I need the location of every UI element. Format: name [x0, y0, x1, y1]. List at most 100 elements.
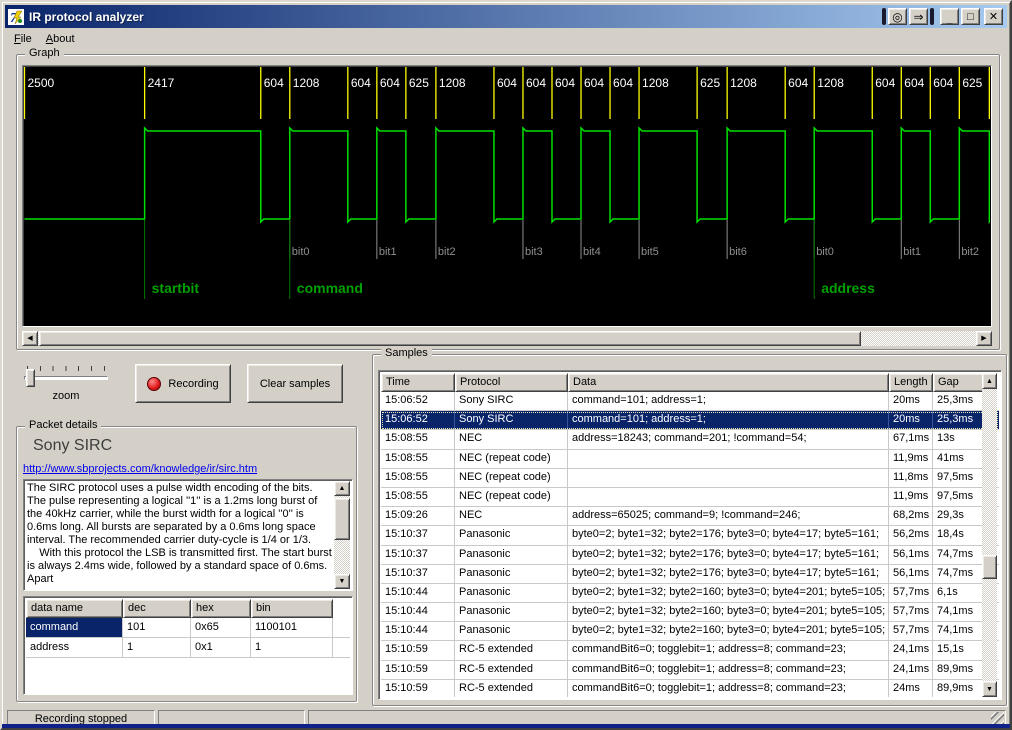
sample-cell[interactable]: 20ms — [889, 411, 933, 430]
samples-table[interactable]: Time Protocol Data Length Gap 15:06:52 Sony S… — [378, 370, 1002, 700]
sample-cell[interactable]: command=101; address=1; — [568, 411, 889, 430]
sample-cell[interactable]: 74,7ms — [933, 545, 986, 564]
sample-cell[interactable]: commandBit6=0; togglebit=1; address=8; c… — [568, 641, 889, 660]
sample-cell[interactable]: 6,1s — [933, 583, 986, 603]
sample-cell[interactable] — [568, 449, 889, 468]
sample-cell[interactable]: 89,9ms — [933, 660, 986, 679]
sample-cell[interactable]: 74,1ms — [933, 622, 986, 641]
sample-cell[interactable]: 89,9ms — [933, 679, 986, 697]
maximize-button[interactable]: □ — [961, 8, 980, 25]
sample-cell[interactable]: 13s — [933, 430, 986, 449]
sample-cell[interactable]: Panasonic — [455, 622, 568, 641]
samples-col-header-gap[interactable]: Gap — [933, 373, 986, 392]
sample-cell[interactable]: byte0=2; byte1=32; byte2=176; byte3=0; b… — [568, 564, 889, 583]
sample-cell[interactable]: Panasonic — [455, 526, 568, 545]
sample-row[interactable]: 15:10:59 RC-5 extended commandBit6=0; togg… — [381, 641, 999, 661]
sample-cell[interactable]: NEC — [455, 507, 568, 526]
slider-thumb[interactable] — [26, 369, 35, 387]
sample-cell[interactable]: 41ms — [933, 449, 986, 468]
packet-table-row[interactable]: command 101 0x65 1100101 — [26, 618, 350, 638]
samples-col-header-length[interactable]: Length — [889, 373, 933, 392]
sample-cell[interactable]: 15:10:44 — [381, 583, 455, 603]
sample-cell[interactable]: 24ms — [889, 679, 933, 697]
sample-cell[interactable] — [568, 468, 889, 487]
sample-cell[interactable]: 15:06:52 — [381, 411, 455, 430]
protocol-description-box[interactable]: The SIRC protocol uses a pulse width enc… — [23, 479, 353, 591]
sample-cell[interactable]: 56,1ms — [889, 564, 933, 583]
samples-col-header-data[interactable]: Data — [568, 373, 889, 392]
packet-cell[interactable]: 101 — [123, 618, 191, 637]
sample-cell[interactable]: 25,3ms — [933, 411, 986, 430]
sample-cell[interactable]: 15:10:44 — [381, 603, 455, 622]
packet-col-header-dec[interactable]: dec — [123, 599, 191, 618]
sample-cell[interactable]: NEC (repeat code) — [455, 449, 568, 468]
waveform-display[interactable]: 2500 2417 startbit 604 1208 bit0 command 604 604… — [22, 65, 992, 327]
sample-cell[interactable]: 74,7ms — [933, 564, 986, 583]
sample-cell[interactable]: 15:10:37 — [381, 526, 455, 545]
close-button[interactable]: ✕ — [984, 8, 1003, 25]
sample-row[interactable]: 15:10:59 RC-5 extended commandBit6=0; togg… — [381, 660, 999, 680]
packet-col-header-hex[interactable]: hex — [191, 599, 251, 618]
scroll-right-button[interactable]: ▶ — [976, 331, 992, 346]
sample-cell[interactable]: 56,1ms — [889, 545, 933, 564]
sample-cell[interactable]: 15:08:55 — [381, 430, 455, 449]
sample-cell[interactable]: 15:10:59 — [381, 679, 455, 697]
zoom-slider[interactable]: zoom — [24, 364, 108, 404]
samples-scrollbar[interactable]: ▲ ▼ — [982, 373, 999, 697]
graph-horizontal-scrollbar[interactable]: ◀ ▶ — [22, 331, 992, 348]
sample-cell[interactable]: NEC — [455, 430, 568, 449]
sample-cell[interactable]: commandBit6=0; togglebit=1; address=8; c… — [568, 660, 889, 679]
recording-button[interactable]: Recording — [135, 364, 231, 403]
packet-col-header-bin[interactable]: bin — [251, 599, 333, 618]
sample-cell[interactable]: 56,2ms — [889, 526, 933, 545]
sample-row[interactable]: 15:10:44 Panasonic byte0=2; byte1=32; byte… — [381, 622, 999, 642]
scrollbar-thumb[interactable] — [334, 498, 350, 540]
sample-cell[interactable]: 15:08:55 — [381, 468, 455, 487]
sample-row[interactable]: 15:06:52 Sony SIRC command=101; address=1;… — [381, 392, 999, 412]
sample-cell[interactable]: Sony SIRC — [455, 411, 568, 430]
samples-col-header-time[interactable]: Time — [381, 373, 455, 392]
sample-row[interactable]: 15:08:55 NEC (repeat code) 11,8ms 97,5ms — [381, 468, 999, 488]
exit-button[interactable]: ⇒ — [909, 8, 928, 25]
sample-cell[interactable]: 25,3ms — [933, 392, 986, 411]
sample-cell[interactable]: 57,7ms — [889, 622, 933, 641]
menu-item-about[interactable]: About — [39, 31, 82, 47]
scroll-down-button[interactable]: ▼ — [982, 681, 997, 697]
sample-cell[interactable]: Sony SIRC — [455, 392, 568, 411]
sample-row[interactable]: 15:08:55 NEC address=18243; command=201; !… — [381, 430, 999, 450]
menu-item-file[interactable]: File — [7, 31, 39, 47]
scroll-up-button[interactable]: ▲ — [982, 373, 997, 389]
packet-data-table[interactable]: data name dec hex bin command 101 0x65 1100101 a… — [23, 596, 353, 695]
sample-cell[interactable]: commandBit6=0; togglebit=1; address=8; c… — [568, 679, 889, 697]
packet-cell[interactable]: 0x65 — [191, 618, 251, 637]
scrollbar-thumb[interactable] — [39, 331, 861, 346]
sample-cell[interactable]: 97,5ms — [933, 468, 986, 487]
scroll-up-button[interactable]: ▲ — [334, 481, 350, 496]
sample-cell[interactable]: command=101; address=1; — [568, 392, 889, 411]
sample-cell[interactable]: address=65025; command=9; !command=246; — [568, 507, 889, 526]
sample-cell[interactable]: 15,1s — [933, 641, 986, 660]
sample-cell[interactable]: byte0=2; byte1=32; byte2=176; byte3=0; b… — [568, 545, 889, 564]
sample-cell[interactable]: Panasonic — [455, 564, 568, 583]
sample-row[interactable]: 15:10:44 Panasonic byte0=2; byte1=32; byte… — [381, 583, 999, 604]
sample-row[interactable]: 15:08:55 NEC (repeat code) 11,9ms 41ms — [381, 449, 999, 469]
packet-table-row[interactable]: address 1 0x1 1 — [26, 638, 350, 658]
sample-cell[interactable]: 97,5ms — [933, 487, 986, 507]
sample-cell[interactable]: 24,1ms — [889, 641, 933, 660]
protocol-info-link[interactable]: http://www.sbprojects.com/knowledge/ir/s… — [23, 463, 257, 475]
sample-cell[interactable]: RC-5 extended — [455, 641, 568, 660]
eye-button[interactable]: ◎ — [888, 8, 907, 25]
sample-cell[interactable]: 15:10:59 — [381, 641, 455, 660]
sample-row[interactable]: 15:10:37 Panasonic byte0=2; byte1=32; byte… — [381, 526, 999, 546]
sample-cell[interactable]: 18,4s — [933, 526, 986, 545]
sample-row[interactable]: 15:10:44 Panasonic byte0=2; byte1=32; byte… — [381, 603, 999, 623]
packet-cell[interactable]: 0x1 — [191, 638, 251, 657]
scroll-down-button[interactable]: ▼ — [334, 574, 350, 589]
titlebar[interactable]: 7 IR protocol analyzer ◎ ⇒ _ □ ✕ — [5, 5, 1007, 28]
sample-cell[interactable]: Panasonic — [455, 583, 568, 603]
samples-col-header-protocol[interactable]: Protocol — [455, 373, 568, 392]
sample-cell[interactable]: 20ms — [889, 392, 933, 411]
packet-col-header-data-name[interactable]: data name — [26, 599, 123, 618]
sample-cell[interactable]: NEC (repeat code) — [455, 468, 568, 487]
sample-cell[interactable]: RC-5 extended — [455, 679, 568, 697]
